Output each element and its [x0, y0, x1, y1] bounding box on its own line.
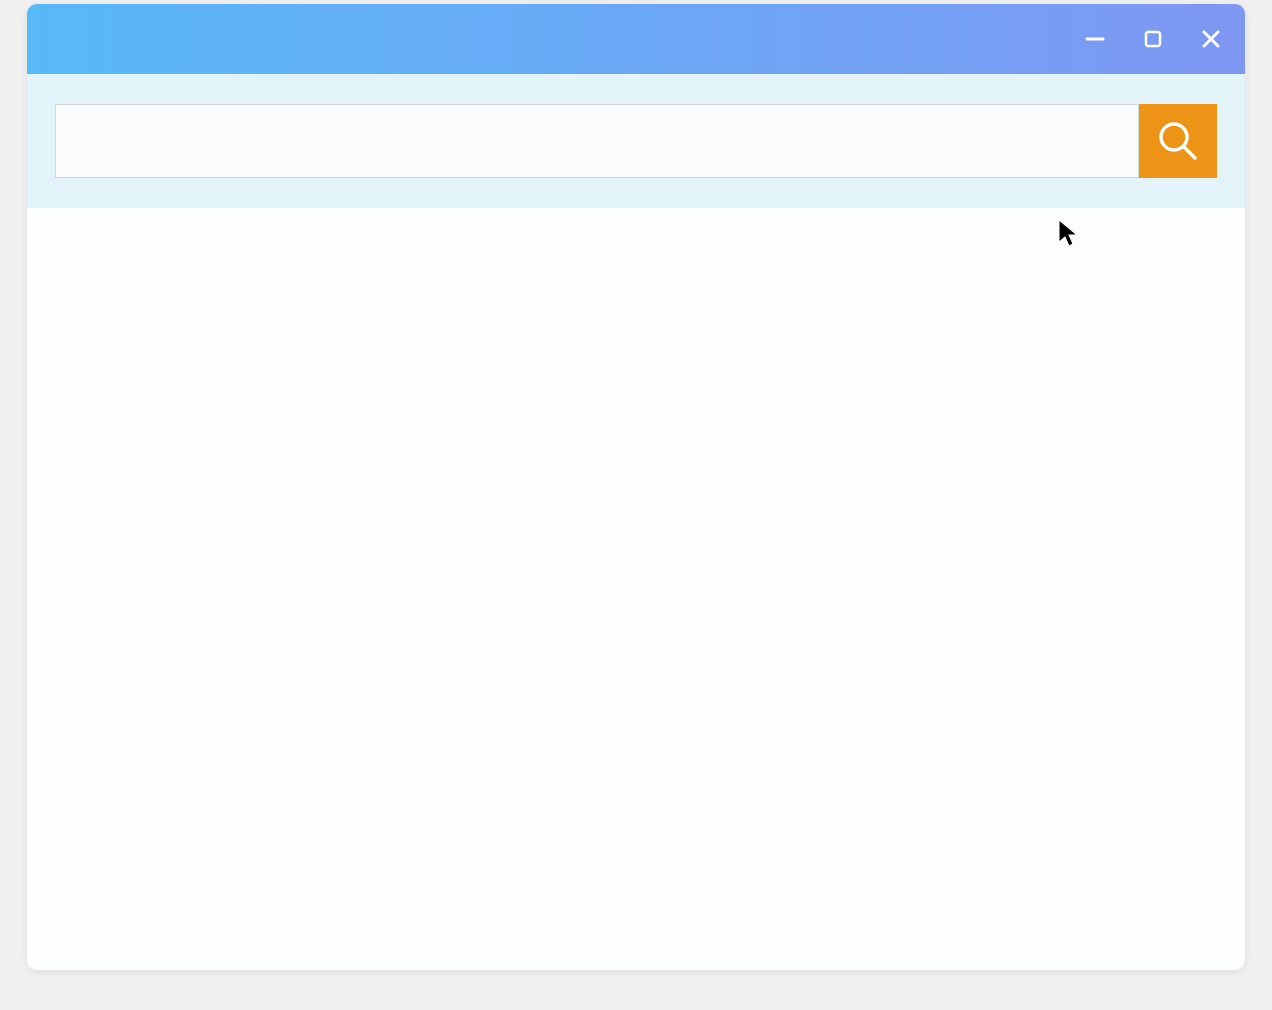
titlebar[interactable]	[27, 4, 1245, 74]
search-button[interactable]	[1139, 104, 1217, 178]
maximize-button[interactable]	[1139, 25, 1167, 53]
minimize-icon	[1085, 29, 1105, 49]
close-icon	[1201, 29, 1221, 49]
maximize-icon	[1144, 30, 1162, 48]
search-icon	[1156, 119, 1200, 163]
close-button[interactable]	[1197, 25, 1225, 53]
minimize-button[interactable]	[1081, 25, 1109, 53]
search-input[interactable]	[55, 104, 1139, 178]
content-area	[27, 208, 1245, 970]
window-controls	[1081, 25, 1225, 53]
search-bar	[27, 74, 1245, 208]
application-window	[27, 4, 1245, 970]
